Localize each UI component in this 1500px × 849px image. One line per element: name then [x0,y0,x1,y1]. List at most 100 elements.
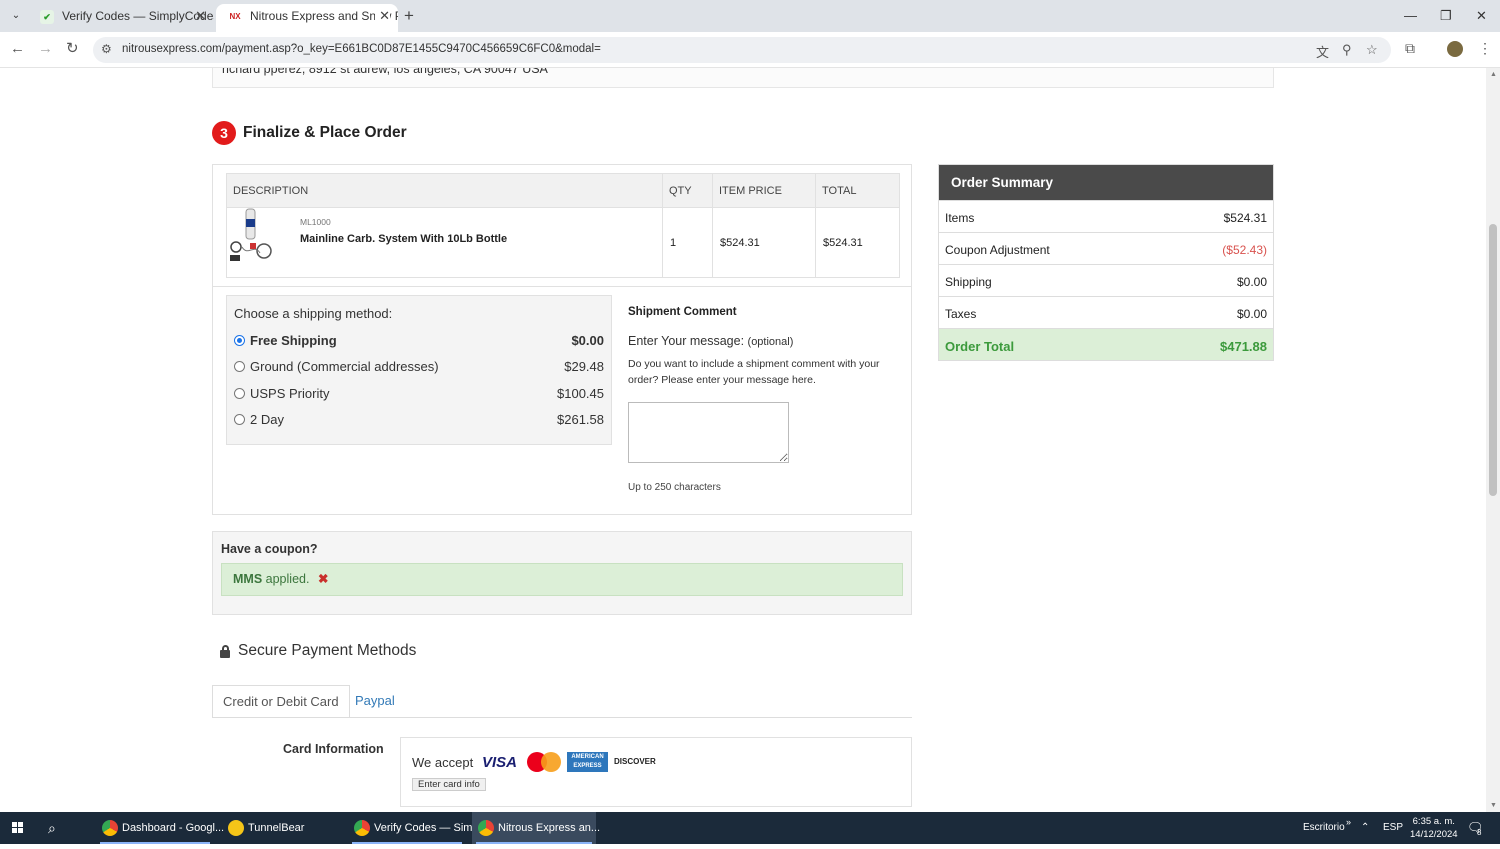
clock[interactable]: 6:35 a. m. 14/12/2024 [1410,815,1458,847]
page-viewport: richard pperez, 8912 st adrew, los angel… [0,68,1486,812]
shipping-radio[interactable] [234,414,245,425]
lock-icon [220,645,230,658]
notifications-icon[interactable]: 🗨 8 [1467,812,1484,844]
url-text[interactable]: nitrousexpress.com/payment.asp?o_key=E66… [122,43,601,55]
message-label-text: Enter Your message: [628,334,745,348]
restore-icon[interactable]: ❐ [1440,6,1452,26]
taskbar-app-dashboard[interactable]: Dashboard - Googl... [96,812,224,844]
product-sku: ML1000 [300,217,331,227]
enter-card-info-button[interactable]: Enter card info [412,778,486,791]
summary-value: $524.31 [1223,211,1267,225]
notification-count: 8 [1477,828,1482,837]
desktop-toolbar-label[interactable]: Escritorio [1303,812,1345,844]
browser-tab-strip: ⌄ ✔ Verify Codes — SimplyCodes ✕ NX Nitr… [0,0,1500,32]
taskbar-app-nitrous-express[interactable]: Nitrous Express an... [472,812,600,844]
shipping-option-price: $0.00 [571,333,604,348]
close-window-icon[interactable]: ✕ [1476,6,1487,26]
summary-value: $0.00 [1236,275,1267,289]
tab-verify-codes[interactable]: ✔ Verify Codes — SimplyCodes ✕ [28,4,214,32]
start-button[interactable] [0,812,36,844]
coupon-applied-alert: MMS applied. ✖ [221,563,903,596]
scrollbar-thumb[interactable] [1489,224,1497,496]
column-header-total: TOTAL [815,173,900,208]
summary-row-items: Items $524.31 [939,200,1273,232]
forward-icon[interactable]: → [38,40,53,58]
tab-paypal[interactable]: Paypal [345,685,405,718]
shipping-option-price: $100.45 [557,386,604,401]
input-language[interactable]: ESP [1383,812,1403,844]
shipping-option-ground[interactable]: Ground (Commercial addresses) $29.48 [234,358,604,378]
back-icon[interactable]: ← [10,40,25,58]
column-header-qty: QTY [662,173,713,208]
profile-avatar[interactable] [1447,41,1463,57]
close-tab-icon[interactable]: ✕ [195,4,206,28]
clock-time: 6:35 a. m. [1412,816,1455,827]
shipping-radio[interactable] [234,335,245,346]
scroll-down-icon[interactable]: ▼ [1490,802,1497,809]
step-badge: 3 [212,121,236,145]
chrome-icon [354,820,370,836]
shipping-option-usps-priority[interactable]: USPS Priority $100.45 [234,385,604,405]
order-summary-panel: Order Summary Items $524.31 Coupon Adjus… [938,164,1274,361]
search-icon[interactable]: ⌕ [48,812,68,844]
scroll-up-icon[interactable]: ▲ [1490,71,1497,78]
taskbar-app-label: TunnelBear [248,822,305,834]
shipment-comment-textarea[interactable] [628,402,789,463]
taskbar-app-verify-codes[interactable]: Verify Codes — Sim... [348,812,482,844]
chrome-icon [102,820,118,836]
card-information-box: We accept VISA AMERICAN EXPRESS DISCOVER… [400,737,912,807]
shipping-option-free[interactable]: Free Shipping $0.00 [234,332,604,352]
translate-icon[interactable]: 文 [1316,42,1329,61]
shipping-address-box: richard pperez, 8912 st adrew, los angel… [212,68,1274,88]
extensions-icon[interactable]: ⧉ [1405,40,1415,57]
summary-value: $0.00 [1236,307,1267,321]
shipping-method-heading: Choose a shipping method: [234,306,393,321]
amex-logo: AMERICAN EXPRESS [567,752,608,772]
shipping-option-price: $29.48 [564,359,604,374]
address-bar[interactable]: ⚙ nitrousexpress.com/payment.asp?o_key=E… [93,37,1391,63]
nitrous-express-favicon: NX [228,10,242,24]
card-information-label: Card Information [283,742,384,756]
product-image[interactable] [228,207,274,265]
site-info-icon[interactable]: ⚙ [101,42,112,56]
taskbar-app-label: Verify Codes — Sim... [374,822,482,834]
shipping-option-2-day[interactable]: 2 Day $261.58 [234,411,604,431]
bookmark-star-icon[interactable]: ☆ [1366,42,1378,58]
tray-chevron-icon[interactable]: ⌃ [1361,812,1369,844]
page-scrollbar[interactable]: ▲ ▼ [1486,68,1500,812]
tab-search-button[interactable]: ⌄ [6,6,26,26]
order-summary-title: Order Summary [939,165,1273,200]
menu-kebab-icon[interactable]: ⋮ [1478,40,1492,57]
mastercard-logo [527,752,561,772]
summary-row-order-total: Order Total $471.88 [939,328,1273,360]
shipping-method-panel: Choose a shipping method: Free Shipping … [226,295,612,445]
message-label: Enter Your message: (optional) [628,334,793,348]
minimize-icon[interactable]: — [1404,6,1417,26]
shipping-option-label: 2 Day [250,412,284,427]
shipping-radio[interactable] [234,361,245,372]
summary-row-coupon-adjustment: Coupon Adjustment ($52.43) [939,232,1273,264]
taskbar-app-tunnelbear[interactable]: TunnelBear [222,812,340,844]
toolbar-expand-icon[interactable]: » [1346,812,1351,844]
shipping-option-label: USPS Priority [250,386,330,401]
taskbar-app-label: Dashboard - Googl... [122,822,225,834]
close-tab-icon[interactable]: ✕ [375,4,390,28]
tab-credit-card[interactable]: Credit or Debit Card [212,685,350,718]
shipping-option-label: Ground (Commercial addresses) [250,359,439,374]
product-name[interactable]: Mainline Carb. System With 10Lb Bottle [300,233,507,245]
browser-toolbar: ← → ↻ ⚙ nitrousexpress.com/payment.asp?o… [0,32,1500,68]
shipping-radio[interactable] [234,388,245,399]
optional-label: (optional) [747,336,794,348]
divider [213,286,911,287]
column-header-item-price: ITEM PRICE [712,173,816,208]
summary-label: Coupon Adjustment [945,243,1050,257]
summary-row-taxes: Taxes $0.00 [939,296,1273,328]
shipment-comment-title: Shipment Comment [628,306,737,318]
new-tab-button[interactable]: + [404,6,414,26]
remove-coupon-icon[interactable]: ✖ [318,572,328,586]
item-qty: 1 [662,207,713,278]
reload-icon[interactable]: ↻ [66,40,79,58]
character-limit-note: Up to 250 characters [628,482,721,493]
location-icon[interactable]: ⚲ [1342,42,1352,58]
tab-nitrous-express[interactable]: NX Nitrous Express and Snow Perfo ✕ [216,4,398,32]
